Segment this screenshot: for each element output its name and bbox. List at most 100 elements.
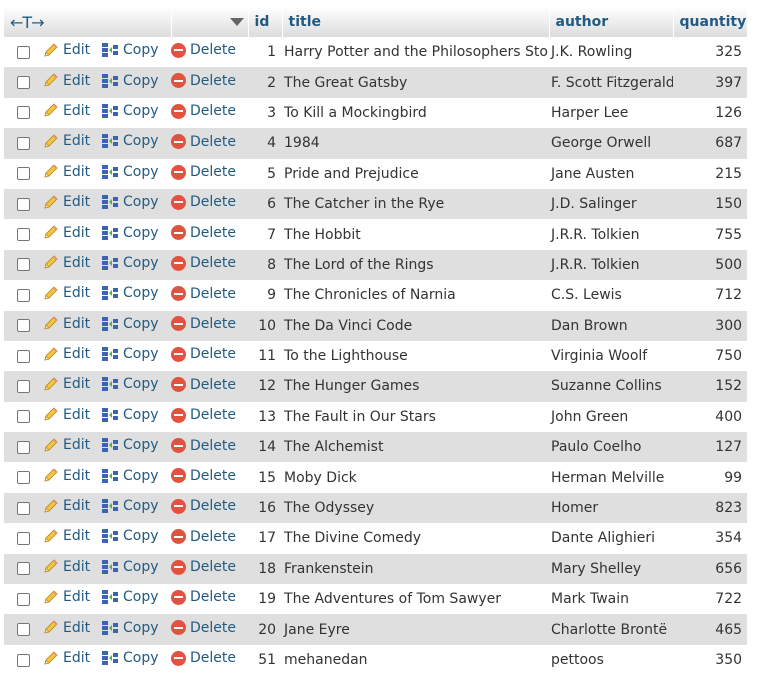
copy-label[interactable]: Copy xyxy=(123,73,159,89)
copy-label[interactable]: Copy xyxy=(123,407,159,423)
edit-link[interactable]: Edit xyxy=(42,650,90,667)
row-checkbox[interactable] xyxy=(16,167,30,181)
copy-label[interactable]: Copy xyxy=(123,376,159,392)
edit-label[interactable]: Edit xyxy=(63,103,90,119)
edit-link[interactable]: Edit xyxy=(42,194,90,211)
copy-link[interactable]: Copy xyxy=(101,285,159,301)
edit-link[interactable]: Edit xyxy=(42,254,90,271)
copy-link[interactable]: Copy xyxy=(101,468,159,484)
delete-link[interactable]: Delete xyxy=(171,468,236,484)
delete-label[interactable]: Delete xyxy=(190,134,236,150)
edit-label[interactable]: Edit xyxy=(63,225,90,241)
copy-link[interactable]: Copy xyxy=(101,73,159,89)
edit-link[interactable]: Edit xyxy=(42,133,90,150)
copy-link[interactable]: Copy xyxy=(101,346,159,362)
delete-link[interactable]: Delete xyxy=(171,103,236,119)
arrows-icon[interactable]: ←T→ xyxy=(4,13,45,32)
delete-link[interactable]: Delete xyxy=(171,286,236,302)
delete-label[interactable]: Delete xyxy=(190,255,236,271)
edit-link[interactable]: Edit xyxy=(42,437,90,454)
copy-link[interactable]: Copy xyxy=(101,42,159,58)
copy-label[interactable]: Copy xyxy=(123,103,159,119)
edit-link[interactable]: Edit xyxy=(42,285,90,302)
delete-label[interactable]: Delete xyxy=(190,164,236,180)
edit-label[interactable]: Edit xyxy=(63,620,90,636)
copy-link[interactable]: Copy xyxy=(101,225,159,241)
edit-label[interactable]: Edit xyxy=(63,650,90,666)
row-checkbox[interactable] xyxy=(16,106,30,120)
delete-link[interactable]: Delete xyxy=(171,225,236,241)
row-checkbox[interactable] xyxy=(16,471,30,485)
copy-label[interactable]: Copy xyxy=(123,194,159,210)
copy-link[interactable]: Copy xyxy=(101,194,159,210)
row-checkbox[interactable] xyxy=(16,531,30,545)
row-checkbox[interactable] xyxy=(16,76,30,90)
edit-label[interactable]: Edit xyxy=(63,589,90,605)
edit-link[interactable]: Edit xyxy=(42,589,90,606)
copy-label[interactable]: Copy xyxy=(123,316,159,332)
copy-label[interactable]: Copy xyxy=(123,42,159,58)
copy-link[interactable]: Copy xyxy=(101,133,159,149)
edit-label[interactable]: Edit xyxy=(63,407,90,423)
delete-label[interactable]: Delete xyxy=(190,225,236,241)
copy-link[interactable]: Copy xyxy=(101,498,159,514)
edit-link[interactable]: Edit xyxy=(42,315,90,332)
edit-label[interactable]: Edit xyxy=(63,255,90,271)
delete-label[interactable]: Delete xyxy=(190,194,236,210)
copy-link[interactable]: Copy xyxy=(101,620,159,636)
delete-label[interactable]: Delete xyxy=(190,286,236,302)
row-checkbox[interactable] xyxy=(16,258,30,272)
copy-label[interactable]: Copy xyxy=(123,620,159,636)
delete-label[interactable]: Delete xyxy=(190,73,236,89)
column-header-id[interactable]: id xyxy=(248,7,283,37)
copy-label[interactable]: Copy xyxy=(123,589,159,605)
row-checkbox[interactable] xyxy=(16,319,30,333)
copy-label[interactable]: Copy xyxy=(123,346,159,362)
edit-label[interactable]: Edit xyxy=(63,498,90,514)
copy-link[interactable]: Copy xyxy=(101,650,159,666)
sort-dropdown[interactable] xyxy=(171,7,249,37)
copy-label[interactable]: Copy xyxy=(123,225,159,241)
delete-label[interactable]: Delete xyxy=(190,620,236,636)
row-checkbox[interactable] xyxy=(16,440,30,454)
delete-label[interactable]: Delete xyxy=(190,559,236,575)
copy-link[interactable]: Copy xyxy=(101,316,159,332)
edit-label[interactable]: Edit xyxy=(63,164,90,180)
delete-label[interactable]: Delete xyxy=(190,316,236,332)
edit-link[interactable]: Edit xyxy=(42,376,90,393)
edit-label[interactable]: Edit xyxy=(63,346,90,362)
delete-link[interactable]: Delete xyxy=(171,498,236,514)
delete-link[interactable]: Delete xyxy=(171,529,236,545)
delete-label[interactable]: Delete xyxy=(190,103,236,119)
copy-link[interactable]: Copy xyxy=(101,559,159,575)
copy-link[interactable]: Copy xyxy=(101,103,159,119)
delete-link[interactable]: Delete xyxy=(171,316,236,332)
edit-link[interactable]: Edit xyxy=(42,406,90,423)
delete-label[interactable]: Delete xyxy=(190,529,236,545)
row-checkbox[interactable] xyxy=(16,228,30,242)
row-checkbox[interactable] xyxy=(16,653,30,667)
copy-label[interactable]: Copy xyxy=(123,498,159,514)
copy-label[interactable]: Copy xyxy=(123,468,159,484)
delete-link[interactable]: Delete xyxy=(171,134,236,150)
delete-link[interactable]: Delete xyxy=(171,620,236,636)
delete-label[interactable]: Delete xyxy=(190,589,236,605)
delete-link[interactable]: Delete xyxy=(171,438,236,454)
row-checkbox[interactable] xyxy=(16,45,30,59)
edit-link[interactable]: Edit xyxy=(42,346,90,363)
copy-label[interactable]: Copy xyxy=(123,650,159,666)
sort-caret-icon[interactable] xyxy=(229,18,244,26)
column-header-quantity[interactable]: quantity xyxy=(673,7,748,37)
delete-link[interactable]: Delete xyxy=(171,346,236,362)
edit-link[interactable]: Edit xyxy=(42,558,90,575)
copy-link[interactable]: Copy xyxy=(101,255,159,271)
edit-link[interactable]: Edit xyxy=(42,619,90,636)
edit-label[interactable]: Edit xyxy=(63,194,90,210)
row-checkbox[interactable] xyxy=(16,623,30,637)
row-checkbox[interactable] xyxy=(16,197,30,211)
edit-label[interactable]: Edit xyxy=(63,316,90,332)
edit-link[interactable]: Edit xyxy=(42,102,90,119)
edit-link[interactable]: Edit xyxy=(42,528,90,545)
copy-label[interactable]: Copy xyxy=(123,285,159,301)
row-checkbox[interactable] xyxy=(16,501,30,515)
